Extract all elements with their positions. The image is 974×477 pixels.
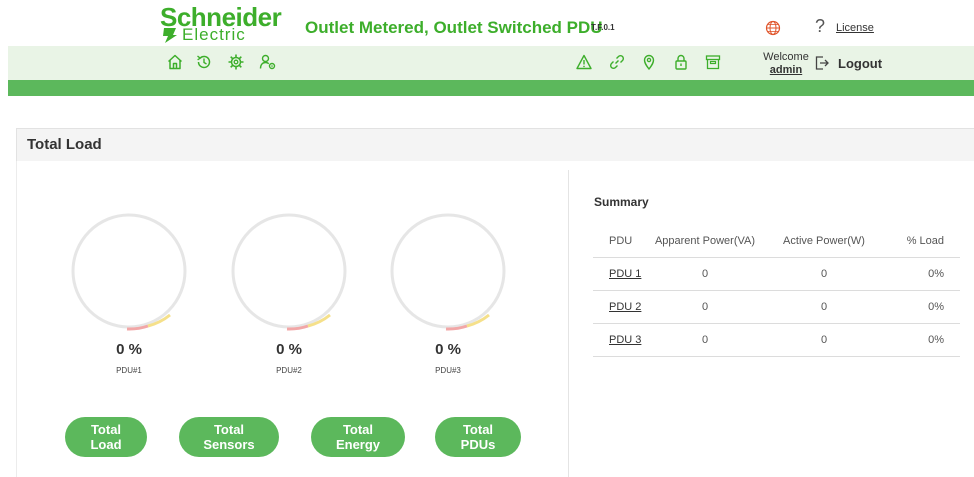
welcome-user: Welcome admin [752,51,820,77]
table-row: PDU 2 0 0 0% [593,290,960,324]
summary-table: PDU Apparent Power(VA) Active Power(W) %… [593,225,960,357]
column-header-apparent-power: Apparent Power(VA) [645,225,765,258]
table-row: PDU 1 0 0 0% [593,257,960,291]
user-settings-icon[interactable] [259,53,277,71]
panel-title: Total Load [27,136,102,153]
panel-left-border [16,161,17,477]
panel-divider [568,170,569,477]
location-pin-icon[interactable] [640,53,658,71]
archive-icon[interactable] [704,53,722,71]
lock-icon[interactable] [672,53,690,71]
logout-button[interactable]: Logout [814,53,882,73]
total-pdus-button[interactable]: Total PDUs [435,417,521,457]
panel-header: Total Load [16,128,974,161]
gauge-pdu2 [231,213,347,331]
gauge-value: 0 % [276,341,302,358]
help-icon[interactable]: ? [815,16,825,37]
logo-mark-icon [163,28,177,43]
button-line: Load [90,437,122,452]
history-icon[interactable] [195,53,213,71]
pdu-link[interactable]: PDU 2 [609,301,641,313]
settings-gear-icon[interactable] [227,53,245,71]
active-power-cell: 0 [765,323,883,357]
home-icon[interactable] [166,53,184,71]
gauge-value: 0 % [435,341,461,358]
button-line: Total [213,422,245,437]
table-row: PDU 3 0 0 0% [593,323,960,357]
license-link[interactable]: License [836,22,874,34]
gauge-pdu3 [390,213,506,331]
button-line: Total [342,422,374,437]
button-line: Sensors [203,437,255,452]
load-cell: 0% [883,323,960,357]
load-cell: 0% [883,257,960,291]
link-icon[interactable] [608,53,626,71]
gauge-label: PDU#3 [435,366,461,375]
column-header-active-power: Active Power(W) [765,225,883,258]
pdu-link[interactable]: PDU 1 [609,268,641,280]
globe-language-icon[interactable] [765,20,781,36]
apparent-power-cell: 0 [645,290,765,324]
total-load-button[interactable]: Total Load [65,417,147,457]
button-line: Total [90,422,122,437]
logo-text-electric: Electric [182,25,246,44]
logout-label: Logout [838,55,883,71]
button-line: Energy [335,437,381,452]
active-power-cell: 0 [765,290,883,324]
button-line: PDUs [460,437,496,452]
product-title: Outlet Metered, Outlet Switched PDU [305,18,603,37]
schneider-electric-logo: Schneider Electric [160,4,292,44]
active-power-cell: 0 [765,257,883,291]
total-energy-button[interactable]: Total Energy [311,417,405,457]
summary-title: Summary [594,195,649,209]
column-header-pdu: PDU [593,225,645,258]
gauge-label: PDU#1 [116,366,142,375]
total-sensors-button[interactable]: Total Sensors [179,417,279,457]
gauge-pdu1 [71,213,187,331]
gauge-value: 0 % [116,341,142,358]
green-accent-strip [8,80,974,96]
button-line: Total [462,422,494,437]
table-header-row: PDU Apparent Power(VA) Active Power(W) %… [593,225,960,258]
main-nav-bar: Welcome admin Logout [8,46,974,80]
logout-icon [815,56,829,70]
alarm-warning-icon[interactable] [575,53,593,71]
welcome-label: Welcome [763,51,809,63]
firmware-version: T.F.0.1 [591,23,615,32]
apparent-power-cell: 0 [645,257,765,291]
apparent-power-cell: 0 [645,323,765,357]
top-header: Schneider Electric Outlet Metered, Outle… [0,0,974,44]
gauge-label: PDU#2 [276,366,302,375]
username-link[interactable]: admin [752,64,820,77]
pdu-link[interactable]: PDU 3 [609,334,641,346]
load-cell: 0% [883,290,960,324]
column-header-load: % Load [883,225,960,258]
